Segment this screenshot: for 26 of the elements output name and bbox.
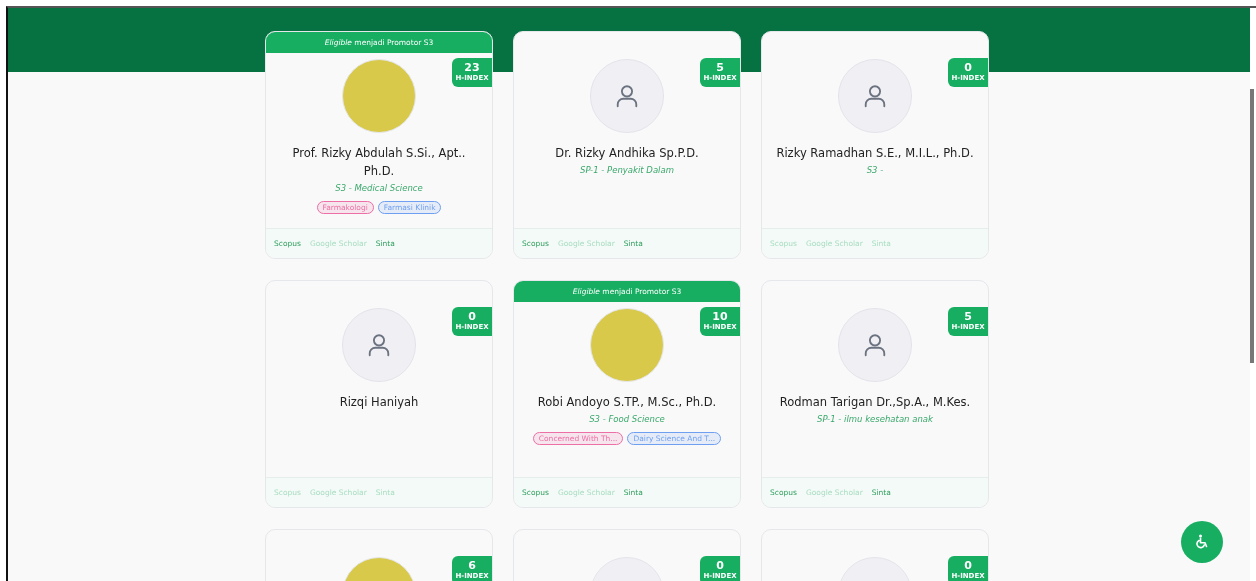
study-program: S3 - bbox=[865, 165, 885, 175]
person-name: Robi Andoyo S.TP., M.Sc., Ph.D. bbox=[536, 394, 718, 411]
h-index-value: 5 bbox=[716, 62, 724, 74]
person-name: Dr. Rizky Andhika Sp.P.D. bbox=[554, 145, 700, 162]
study-program: SP-1 - Penyakit Dalam bbox=[579, 165, 675, 175]
h-index-value: 5 bbox=[964, 311, 972, 323]
user-icon bbox=[366, 332, 392, 358]
h-index-value: 0 bbox=[468, 311, 476, 323]
h-index-value: 23 bbox=[464, 62, 480, 74]
h-index-value: 0 bbox=[964, 560, 972, 572]
h-index-value: 0 bbox=[964, 62, 972, 74]
person-name: Rizqi Haniyah bbox=[338, 394, 420, 411]
user-icon bbox=[614, 83, 640, 109]
study-program: S3 - Food Science bbox=[588, 414, 666, 424]
h-index-value: 10 bbox=[712, 311, 728, 323]
user-icon bbox=[862, 332, 888, 358]
scrollbar-thumb[interactable] bbox=[1250, 89, 1254, 363]
person-name: Prof. Rizky Abdulah S.Si., Apt.. Ph.D. bbox=[291, 145, 467, 180]
person-name: Rodman Tarigan Dr.,Sp.A., M.Kes. bbox=[778, 394, 972, 411]
user-icon bbox=[862, 83, 888, 109]
h-index-value: 6 bbox=[468, 560, 476, 572]
person-name: Rizky Ramadhan S.E., M.I.L., Ph.D. bbox=[775, 145, 975, 162]
study-program: S3 - Medical Science bbox=[334, 183, 424, 193]
h-index-value: 0 bbox=[716, 560, 724, 572]
accessibility-button[interactable] bbox=[1181, 521, 1223, 563]
study-program: SP-1 - ilmu kesehatan anak bbox=[816, 414, 934, 424]
